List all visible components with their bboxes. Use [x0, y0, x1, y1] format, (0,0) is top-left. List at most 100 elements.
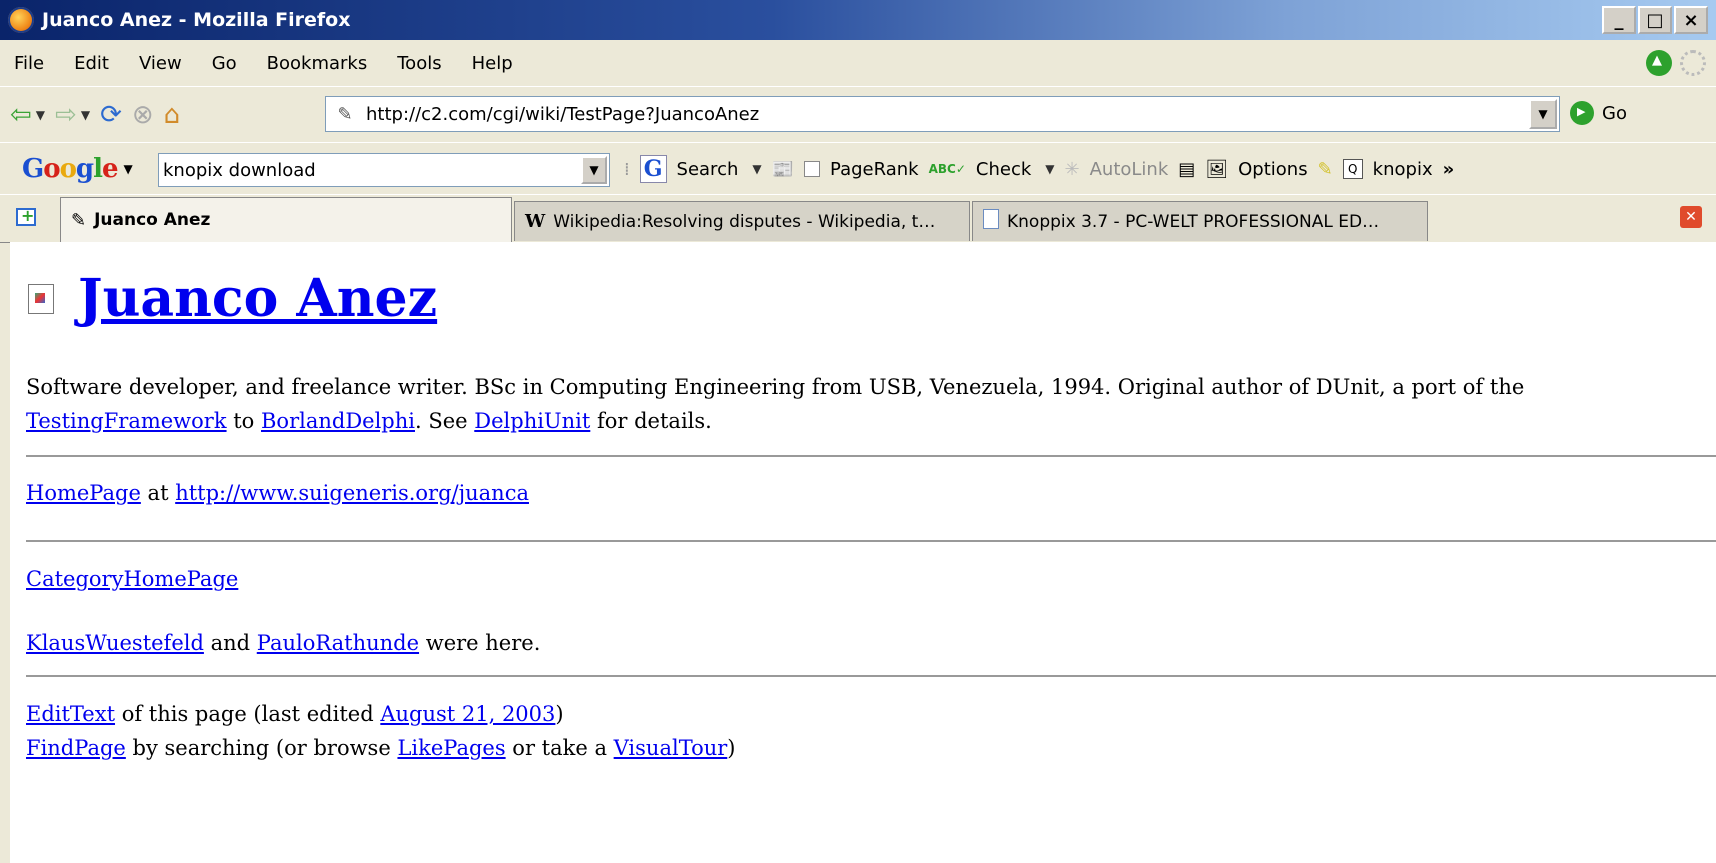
find-text: by searching (or browse: [125, 736, 398, 760]
tab-wikipedia[interactable]: W Wikipedia:Resolving disputes - Wikiped…: [514, 201, 970, 241]
navigation-toolbar: ⇦ ▼ ⇨ ▼ ⟳ ⊗ ⌂ ✎ http://c2.com/cgi/wiki/T…: [0, 86, 1716, 143]
tab-knoppix[interactable]: Knoppix 3.7 - PC-WELT PROFESSIONAL ED…: [972, 201, 1428, 241]
status-area: [1646, 50, 1706, 76]
page-content: Juanco Anez Software developer, and free…: [10, 242, 1716, 863]
autolink-button[interactable]: AutoLink: [1090, 159, 1169, 180]
google-search-dropdown-icon[interactable]: ▼: [581, 156, 607, 184]
back-dropdown-icon[interactable]: ▼: [36, 108, 45, 122]
menu-tools[interactable]: Tools: [397, 53, 441, 74]
link-testingframework[interactable]: TestingFramework: [26, 409, 227, 433]
divider: [26, 455, 1716, 457]
homepage-at: at: [140, 481, 176, 505]
new-tab-icon[interactable]: [16, 206, 36, 226]
tab-bar: ✎ Juanco Anez W Wikipedia:Resolving disp…: [0, 194, 1716, 243]
spellcheck-icon: ABC✓: [928, 162, 966, 176]
minimize-button[interactable]: _: [1602, 6, 1636, 34]
window-titlebar: Juanco Anez - Mozilla Firefox _ □ ×: [0, 0, 1716, 40]
page-logo-icon: [28, 283, 54, 314]
google-toolbar: Google ▼ knopix download ▼ ⁞ G Search ▼ …: [0, 142, 1716, 195]
link-homepage[interactable]: HomePage: [26, 481, 141, 505]
window-title: Juanco Anez - Mozilla Firefox: [42, 9, 351, 31]
address-dropdown-icon[interactable]: ▼: [1529, 99, 1557, 129]
chevron-more-icon[interactable]: »: [1443, 159, 1455, 180]
find-close-paren: ): [727, 736, 736, 760]
search-dropdown-icon[interactable]: ▼: [752, 162, 761, 176]
homepage-line: HomePage at http://www.suigeneris.org/ju…: [26, 476, 1706, 510]
maximize-button[interactable]: □: [1638, 6, 1672, 34]
menu-view[interactable]: View: [139, 53, 182, 74]
google-logo-icon[interactable]: Google: [22, 154, 119, 184]
menu-file[interactable]: File: [14, 53, 44, 74]
google-menu-dropdown-icon[interactable]: ▼: [124, 162, 133, 176]
page-title[interactable]: Juanco Anez: [78, 268, 437, 329]
back-arrow-icon[interactable]: ⇦: [10, 100, 32, 130]
reload-icon[interactable]: ⟳: [100, 100, 122, 130]
edit-close-paren: ): [555, 702, 564, 726]
address-bar[interactable]: ✎ http://c2.com/cgi/wiki/TestPage?Juanco…: [325, 96, 1560, 132]
intro-text-2: to: [226, 409, 261, 433]
divider: [26, 675, 1716, 677]
tab-label: Wikipedia:Resolving disputes - Wikipedia…: [553, 211, 936, 232]
link-edittext[interactable]: EditText: [26, 702, 115, 726]
intro-text-3: . See: [414, 409, 475, 433]
pagerank-label[interactable]: PageRank: [830, 159, 919, 180]
menu-bar: File Edit View Go Bookmarks Tools Help: [0, 40, 1716, 86]
visitors-and: and: [203, 631, 257, 655]
tab-label: Juanco Anez: [94, 210, 211, 230]
link-findpage[interactable]: FindPage: [26, 736, 126, 760]
tab-juanco-anez[interactable]: ✎ Juanco Anez: [60, 197, 512, 242]
google-tools: ⁞ G Search ▼ 📰 PageRank ABC✓ Check ▼ ✳ A…: [624, 155, 1454, 183]
go-button[interactable]: Go: [1570, 101, 1627, 125]
home-icon[interactable]: ⌂: [164, 100, 181, 130]
autofill-icon[interactable]: ▤: [1178, 159, 1195, 180]
close-button[interactable]: ×: [1674, 6, 1708, 34]
visitors-line: KlausWuestefeld and PauloRathunde were h…: [26, 626, 1706, 660]
options-icon: 🖼: [1205, 158, 1229, 180]
highlighter-icon[interactable]: ✎: [1318, 159, 1333, 180]
menu-bookmarks[interactable]: Bookmarks: [267, 53, 368, 74]
throbber-icon: [1680, 50, 1706, 76]
link-delphiunit[interactable]: DelphiUnit: [474, 409, 590, 433]
word-find-button[interactable]: knopix: [1373, 159, 1433, 180]
intro-text-4: for details.: [590, 409, 712, 433]
close-tab-icon[interactable]: ✕: [1680, 206, 1702, 228]
forward-arrow-icon[interactable]: ⇨: [55, 100, 77, 130]
firefox-logo-icon: [8, 7, 34, 33]
autolink-icon: ✳: [1064, 158, 1080, 180]
menu-help[interactable]: Help: [472, 53, 513, 74]
link-likepages[interactable]: LikePages: [397, 736, 505, 760]
google-search-box[interactable]: knopix download ▼: [158, 153, 610, 187]
menu-go[interactable]: Go: [212, 53, 237, 74]
pagerank-icon: [804, 161, 821, 177]
link-homepage-url[interactable]: http://www.suigeneris.org/juanca: [175, 481, 529, 505]
update-icon[interactable]: [1646, 50, 1672, 76]
google-search-button[interactable]: Search: [677, 159, 739, 180]
page-header: Juanco Anez: [28, 268, 437, 329]
news-icon[interactable]: 📰: [772, 159, 794, 180]
link-paulorathunde[interactable]: PauloRathunde: [257, 631, 419, 655]
link-visualtour[interactable]: VisualTour: [614, 736, 728, 760]
site-favicon-icon: ✎: [337, 103, 353, 125]
find-or-take: or take a: [505, 736, 614, 760]
intro-text-1: Software developer, and freelance writer…: [26, 375, 1525, 399]
menu-edit[interactable]: Edit: [74, 53, 109, 74]
edit-line: EditText of this page (last edited Augus…: [26, 697, 1706, 731]
link-categoryhomepage[interactable]: CategoryHomePage: [26, 567, 238, 591]
link-last-edited-date[interactable]: August 21, 2003: [380, 702, 555, 726]
tab-favicon-icon: ✎: [71, 209, 87, 231]
edit-text: of this page (last edited: [115, 702, 381, 726]
link-borlanddelphi[interactable]: BorlandDelphi: [261, 409, 415, 433]
intro-paragraph: Software developer, and freelance writer…: [26, 370, 1706, 438]
forward-dropdown-icon[interactable]: ▼: [81, 108, 90, 122]
google-search-input[interactable]: knopix download: [163, 160, 316, 181]
toolbar-grip-icon: ⁞: [624, 158, 630, 180]
google-g-icon: G: [639, 155, 667, 183]
check-button[interactable]: Check: [976, 159, 1031, 180]
check-dropdown-icon[interactable]: ▼: [1045, 162, 1054, 176]
options-button[interactable]: Options: [1238, 159, 1307, 180]
document-icon: [983, 209, 999, 234]
link-klauswuestefeld[interactable]: KlausWuestefeld: [26, 631, 204, 655]
address-input[interactable]: http://c2.com/cgi/wiki/TestPage?JuancoAn…: [366, 104, 759, 125]
tab-label: Knoppix 3.7 - PC-WELT PROFESSIONAL ED…: [1007, 211, 1380, 232]
stop-icon[interactable]: ⊗: [132, 100, 154, 130]
